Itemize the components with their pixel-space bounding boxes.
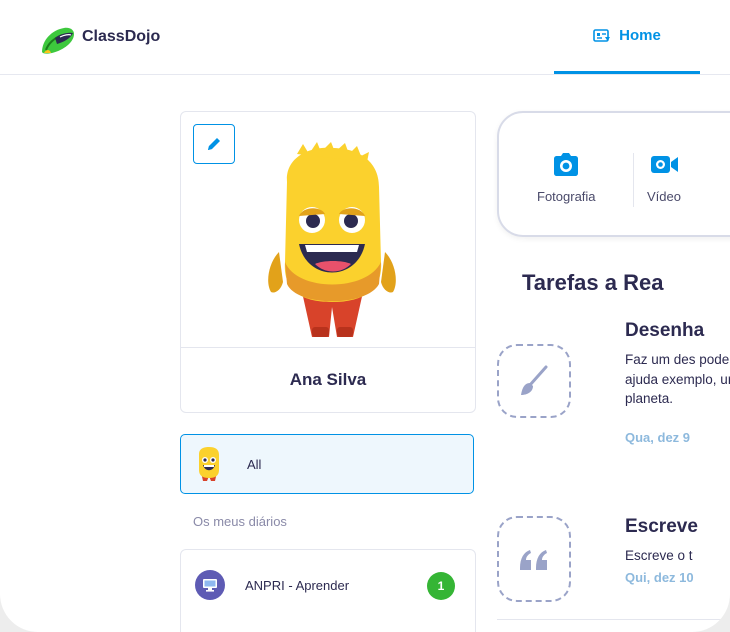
quote-icon (520, 550, 547, 570)
photo-option-label: Fotografia (537, 189, 596, 204)
post-composer: Fotografia Vídeo (497, 111, 730, 237)
computer-class-icon (195, 570, 225, 600)
classdojo-logo (42, 27, 74, 54)
app-window: ClassDojo Home Ana Silva All Os meus diá… (0, 0, 730, 632)
student-profile-card: Ana Silva (180, 111, 476, 413)
task-item[interactable]: Desenha Faz um des pode ajuda exemplo, u… (497, 320, 730, 470)
task-description: Escreve o t (625, 548, 693, 563)
photo-option[interactable]: Fotografia (537, 151, 596, 204)
journals-list: ANPRI - Aprender 1 (180, 549, 476, 632)
monster-avatar-small (199, 447, 219, 481)
edit-profile-button[interactable] (193, 124, 235, 164)
task-description: Faz um des pode ajuda exemplo, ur um pla… (625, 352, 730, 406)
student-name: Ana Silva (289, 370, 367, 389)
journal-name: ANPRI - Aprender (245, 577, 350, 593)
task-list-divider (497, 619, 730, 620)
task-icon-frame (497, 516, 571, 602)
filter-all-label: All (247, 456, 262, 472)
video-option[interactable]: Vídeo (647, 151, 681, 204)
task-icon-frame (497, 344, 571, 418)
tasks-section-title: Tarefas a Rea (522, 270, 664, 295)
pencil-icon (208, 138, 220, 150)
task-title: Desenha (625, 320, 705, 341)
video-option-label: Vídeo (647, 189, 681, 204)
journals-section-label: Os meus diários (193, 514, 287, 529)
tab-home-label: Home (619, 27, 661, 44)
monster-avatar (268, 142, 396, 337)
journal-item[interactable]: ANPRI - Aprender 1 (181, 568, 475, 602)
camera-icon (554, 153, 579, 176)
task-due-date: Qua, dez 9 (625, 430, 691, 445)
video-camera-icon (650, 156, 678, 173)
brand-name: ClassDojo (82, 28, 161, 45)
paintbrush-icon (521, 365, 548, 395)
top-navigation-bar: ClassDojo Home (0, 0, 730, 75)
task-title: Escreve (625, 516, 698, 537)
profile-divider (181, 347, 475, 348)
post-option-divider (633, 153, 634, 207)
task-due-date: Qui, dez 10 (625, 570, 694, 585)
unread-count-badge: 1 (427, 572, 455, 600)
newsfeed-icon (593, 28, 611, 42)
tab-home[interactable]: Home (554, 0, 700, 74)
task-item[interactable]: Escreve Escreve o t Qui, dez 10 (497, 516, 730, 616)
filter-all[interactable]: All (180, 434, 474, 494)
